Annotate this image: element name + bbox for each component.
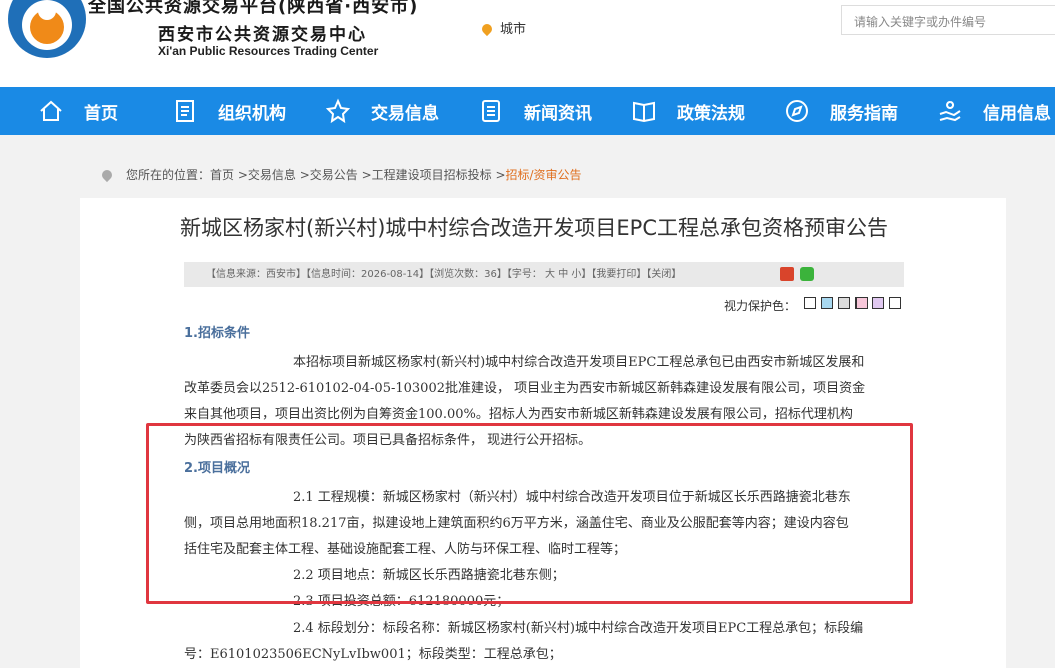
color-swatch[interactable] (856, 297, 868, 309)
nav-item-news[interactable]: 新闻资讯 (478, 87, 592, 135)
site-header: 全国公共资源交易平台(陕西省·西安市) 西安市公共资源交易中心 Xi'an Pu… (0, 0, 1055, 87)
article-title: 新城区杨家村(新兴村)城中村综合改造开发项目EPC工程总承包资格预审公告 (180, 216, 888, 240)
city-label: 城市 (500, 22, 527, 37)
breadcrumb: 您所在的位置：首页 >交易信息 >交易公告 >工程建设项目招标投标 >招标/资审… (99, 166, 582, 183)
breadcrumb-path[interactable]: 首页 >交易信息 >交易公告 >工程建设项目招标投标 > (210, 168, 505, 182)
paragraph-line: 来自其他项目，项目出资比例为自筹资金100.00%。招标人为西安市新城区新韩森建… (184, 407, 853, 422)
nav-label: 新闻资讯 (524, 103, 592, 124)
weibo-share-icon[interactable] (780, 267, 794, 281)
location-pin-icon (99, 167, 115, 183)
nav-label: 政策法规 (677, 103, 745, 124)
nav-label: 信用信息 (983, 103, 1051, 124)
compass-icon (784, 98, 810, 124)
article-info: 【信息来源：西安市】【信息时间：2026-08-14】【浏览次数：36】【字号：… (206, 269, 682, 280)
nav-item-trading[interactable]: 交易信息 (325, 87, 439, 135)
location-pin-icon (479, 21, 495, 37)
paragraph-line: 号：E6101023506ECNyLvIbw001；标段类型：工程总承包； (184, 647, 562, 662)
breadcrumb-prefix: 您所在的位置： (126, 168, 211, 182)
nav-label: 首页 (84, 103, 118, 124)
article-info-bar: 【信息来源：西安市】【信息时间：2026-08-14】【浏览次数：36】【字号：… (184, 262, 904, 287)
site-logo[interactable] (8, 0, 86, 58)
nav-label: 组织机构 (218, 103, 286, 124)
color-swatch[interactable] (838, 297, 850, 309)
section-heading: 1.招标条件 (184, 326, 250, 341)
list-icon (478, 98, 504, 124)
color-swatch[interactable] (872, 297, 884, 309)
star-icon (325, 98, 351, 124)
breadcrumb-current[interactable]: 招标/资审公告 (506, 168, 582, 182)
nav-label: 服务指南 (830, 103, 898, 124)
wechat-share-icon[interactable] (800, 267, 814, 281)
nav-label: 交易信息 (371, 103, 439, 124)
highlight-box (146, 423, 913, 604)
book-icon (631, 98, 657, 124)
color-swatch[interactable] (889, 297, 901, 309)
color-swatch[interactable] (821, 297, 833, 309)
search-input[interactable]: 请输入关键字或办件编号 (841, 5, 1055, 35)
paragraph-line: 改革委员会以2512-610102-04-05-103002批准建设， 项目业主… (184, 381, 866, 396)
platform-title: 全国公共资源交易平台(陕西省·西安市) (88, 0, 419, 17)
main-nav: 首页 组织机构 交易信息 新闻资讯 政策法规 服务指南 信用信息 (0, 87, 1055, 135)
hand-icon (937, 98, 963, 124)
nav-item-guide[interactable]: 服务指南 (784, 87, 898, 135)
eye-protect-label: 视力保护色： (724, 299, 797, 313)
city-selector[interactable]: 城市 (479, 18, 527, 37)
paragraph-line: 2.4 标段划分：标段名称：新城区杨家村(新兴村)城中村综合改造开发项目EPC工… (293, 621, 864, 636)
nav-item-organization[interactable]: 组织机构 (172, 87, 286, 135)
document-icon (172, 98, 198, 124)
center-title-en: Xi'an Public Resources Trading Center (158, 44, 379, 58)
nav-item-policy[interactable]: 政策法规 (631, 87, 745, 135)
nav-item-home[interactable]: 首页 (38, 87, 118, 135)
home-icon (38, 98, 64, 124)
center-title: 西安市公共资源交易中心 (158, 25, 367, 45)
paragraph-line: 本招标项目新城区杨家村(新兴村)城中村综合改造开发项目EPC工程总承包已由西安市… (293, 355, 865, 370)
nav-item-credit[interactable]: 信用信息 (937, 87, 1051, 135)
color-swatch[interactable] (804, 297, 816, 309)
